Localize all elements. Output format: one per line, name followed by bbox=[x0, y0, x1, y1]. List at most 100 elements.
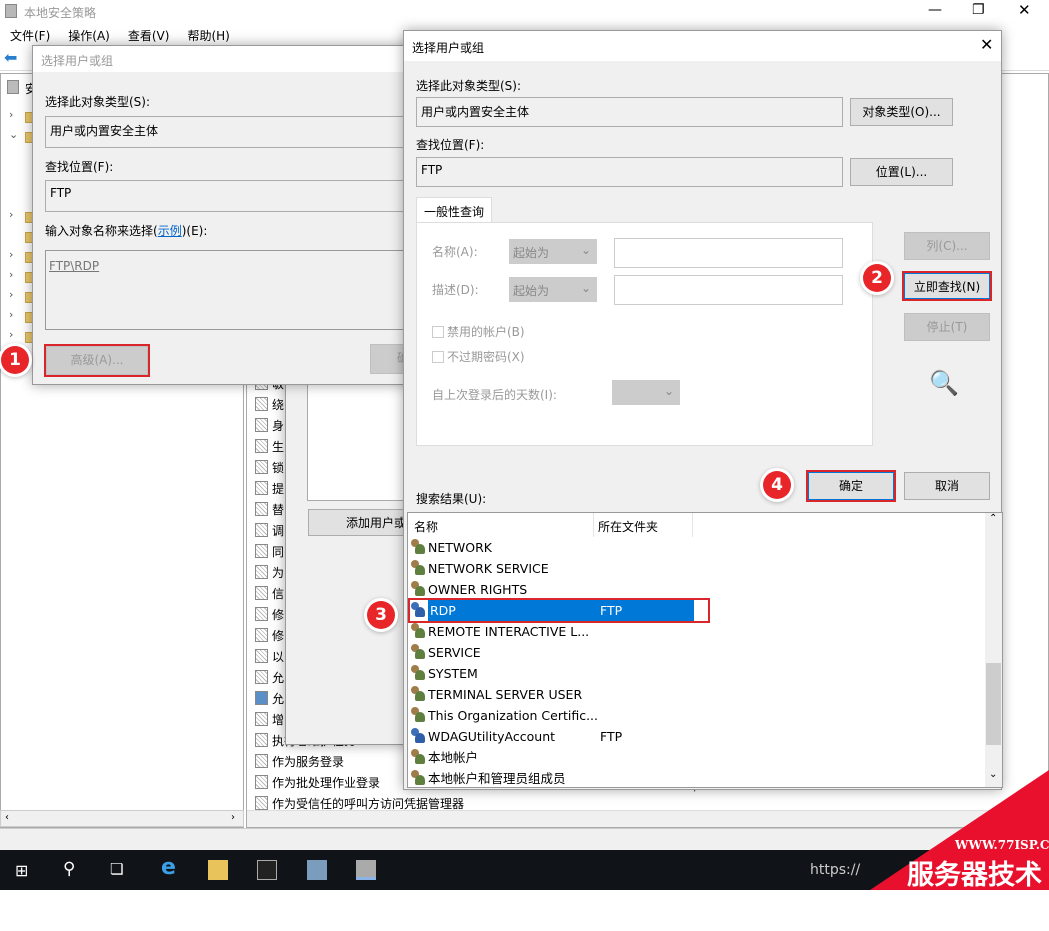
locations-button[interactable]: 位置(L)... bbox=[850, 158, 953, 186]
policy-row[interactable]: 增 bbox=[255, 710, 284, 731]
result-row[interactable]: RDP FTP bbox=[408, 598, 710, 623]
scroll-down-icon[interactable]: ⌄ bbox=[989, 769, 997, 780]
chevron-icon[interactable]: › bbox=[9, 308, 13, 321]
policy-icon bbox=[255, 733, 268, 747]
chevron-icon[interactable]: › bbox=[9, 288, 13, 301]
policy-row[interactable]: 生 bbox=[255, 437, 284, 458]
menu-action[interactable]: 操作(A) bbox=[58, 23, 118, 45]
chevron-icon[interactable]: › bbox=[9, 248, 13, 261]
policy-icon bbox=[255, 670, 268, 684]
internet-explorer-icon[interactable]: e bbox=[161, 855, 176, 880]
policy-row[interactable]: 以 bbox=[255, 647, 284, 668]
result-row[interactable]: SERVICE bbox=[410, 642, 990, 663]
minimize-button[interactable]: — bbox=[928, 2, 942, 18]
back-arrow-icon[interactable]: ⬅ bbox=[4, 48, 17, 67]
menu-help[interactable]: 帮助(H) bbox=[177, 23, 237, 45]
policy-row[interactable]: 作为批处理作业登录 bbox=[255, 773, 380, 794]
tab-common-queries[interactable]: 一般性查询 bbox=[416, 197, 492, 223]
policy-row[interactable]: 为 bbox=[255, 563, 284, 584]
menu-view[interactable]: 查看(V) bbox=[118, 23, 178, 45]
result-row[interactable]: This Organization Certific... bbox=[410, 705, 990, 726]
step-badge-1: 1 bbox=[1, 346, 29, 374]
chevron-icon[interactable]: › bbox=[9, 208, 13, 221]
policy-icon bbox=[255, 796, 268, 810]
policy-row[interactable]: 替 bbox=[255, 500, 284, 521]
policy-row[interactable]: 作为服务登录 bbox=[255, 752, 344, 773]
policy-row[interactable]: 锁 bbox=[255, 458, 284, 479]
policy-row[interactable]: 调 bbox=[255, 521, 284, 542]
policy-row[interactable]: 信 bbox=[255, 584, 284, 605]
group-icon bbox=[410, 623, 426, 638]
task-view-icon[interactable]: ❏ bbox=[110, 860, 123, 878]
start-windows-icon[interactable]: ⊞ bbox=[15, 861, 28, 880]
dialog-close-button[interactable]: ✕ bbox=[980, 35, 993, 54]
policy-row[interactable]: 身 bbox=[255, 416, 284, 437]
desc-input[interactable] bbox=[614, 275, 843, 305]
days-select[interactable]: ⌄ bbox=[612, 380, 680, 405]
name-input[interactable] bbox=[614, 238, 843, 268]
cancel-button[interactable]: 取消 bbox=[904, 472, 990, 500]
result-row[interactable]: NETWORK bbox=[410, 537, 990, 558]
policy-row[interactable]: 允 bbox=[255, 689, 284, 710]
members-list[interactable] bbox=[307, 371, 417, 501]
object-names-input[interactable]: FTP\RDP bbox=[45, 250, 425, 330]
result-row[interactable]: WDAGUtilityAccount FTP bbox=[410, 726, 990, 747]
group-icon bbox=[410, 749, 426, 764]
col-header-folder[interactable]: 所在文件夹 bbox=[598, 518, 658, 535]
policy-row[interactable]: 作为受信任的呼叫方访问凭据管理器 bbox=[255, 794, 464, 815]
menu-file[interactable]: 文件(F) bbox=[0, 23, 58, 45]
advanced-button[interactable]: 高级(A)... bbox=[44, 344, 150, 377]
ok-button[interactable]: 确定 bbox=[806, 470, 896, 502]
search-icon[interactable]: ⚲ bbox=[63, 859, 75, 879]
result-row[interactable]: NETWORK SERVICE bbox=[410, 558, 990, 579]
policy-row[interactable]: 绕 bbox=[255, 395, 284, 416]
policy-name: 增 bbox=[272, 713, 285, 727]
user-icon bbox=[410, 728, 426, 743]
local-security-policy-icon[interactable] bbox=[356, 860, 376, 880]
col-header-name[interactable]: 名称 bbox=[414, 518, 438, 535]
result-row[interactable]: OWNER RIGHTS bbox=[410, 579, 990, 600]
examples-link[interactable]: 示例 bbox=[158, 224, 182, 238]
result-name: WDAGUtilityAccount bbox=[428, 729, 556, 744]
policy-icon bbox=[255, 607, 268, 621]
chevron-icon[interactable]: › bbox=[9, 108, 13, 121]
restore-button[interactable]: ❐ bbox=[972, 2, 985, 18]
chevron-icon[interactable]: › bbox=[9, 268, 13, 281]
object-type-label: 选择此对象类型(S): bbox=[45, 95, 151, 109]
name-match-select[interactable]: 起始为 ⌄ bbox=[509, 239, 597, 264]
desc-match-select[interactable]: 起始为 ⌄ bbox=[509, 277, 597, 302]
policy-row[interactable]: 修 bbox=[255, 605, 284, 626]
chevron-icon[interactable]: › bbox=[9, 328, 13, 341]
policy-row[interactable]: 允 bbox=[255, 668, 284, 689]
policy-name: 绕 bbox=[272, 398, 285, 412]
tree-hscrollbar[interactable]: ‹ › bbox=[0, 810, 244, 827]
non-expiring-label: 不过期密码(X) bbox=[447, 350, 525, 364]
close-button[interactable]: ✕ bbox=[1018, 1, 1031, 19]
policy-name: 修 bbox=[272, 608, 285, 622]
policy-name: 调 bbox=[272, 524, 285, 538]
policy-row[interactable]: 提 bbox=[255, 479, 284, 500]
result-row[interactable]: 本地帐户 bbox=[410, 747, 990, 768]
policy-name: 以 bbox=[272, 650, 285, 664]
columns-button[interactable]: 列(C)... bbox=[904, 232, 990, 260]
chevron-icon[interactable]: ⌄ bbox=[9, 128, 18, 141]
policy-icon bbox=[255, 481, 268, 495]
command-prompt-icon[interactable] bbox=[257, 860, 277, 880]
secpol-icon bbox=[5, 4, 17, 18]
find-now-button[interactable]: 立即查找(N) bbox=[902, 271, 992, 301]
scroll-up-icon[interactable]: ⌃ bbox=[989, 513, 997, 524]
result-row[interactable]: TERMINAL SERVER USER bbox=[410, 684, 990, 705]
result-row[interactable]: REMOTE INTERACTIVE L... bbox=[410, 621, 990, 642]
non-expiring-checkbox[interactable]: 不过期密码(X) bbox=[432, 348, 525, 365]
stop-button[interactable]: 停止(T) bbox=[904, 313, 990, 341]
policy-row[interactable]: 同 bbox=[255, 542, 284, 563]
disabled-accounts-checkbox[interactable]: 禁用的帐户(B) bbox=[432, 323, 525, 340]
file-explorer-icon[interactable] bbox=[208, 860, 228, 880]
server-manager-icon[interactable] bbox=[307, 860, 327, 880]
result-folder: FTP bbox=[600, 729, 623, 744]
result-row[interactable]: SYSTEM bbox=[410, 663, 990, 684]
policy-row[interactable]: 修 bbox=[255, 626, 284, 647]
object-types-button[interactable]: 对象类型(O)... bbox=[850, 98, 953, 126]
add-user-button[interactable]: 添加用户或 bbox=[308, 509, 418, 536]
result-row[interactable]: 本地帐户和管理员组成员 bbox=[410, 768, 990, 789]
